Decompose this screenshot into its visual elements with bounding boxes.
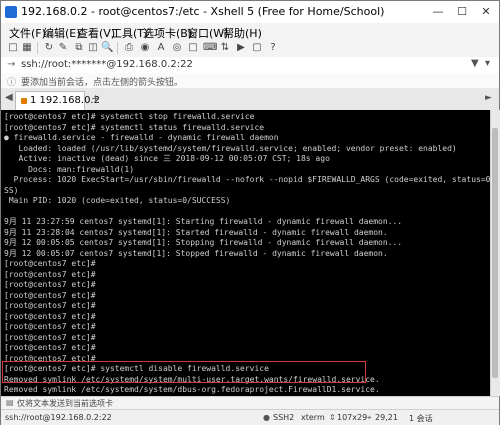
terminal-line: Process: 1020 ExecStart=/usr/sbin/firewa… [4, 175, 490, 184]
cursor-position-icon: ⌖ [367, 413, 372, 422]
tab-session[interactable]: 1 192.168.0.2 [15, 91, 100, 110]
tab-strip: ◀ 1 192.168.0.2 + ► [1, 88, 499, 111]
help-icon[interactable]: ? [267, 41, 279, 55]
terminal-line: 9月 11 23:28:04 centos7 systemd[1]: Start… [4, 227, 388, 237]
terminal-line: Main PID: 1020 (code=exited, status=0/SU… [4, 196, 231, 205]
terminal-line: [root@centos7 etc]# [4, 301, 96, 310]
terminal-size-icon: ⇕ [329, 413, 336, 422]
tab-label: 1 192.168.0.2 [30, 95, 100, 106]
address-dropdown-icon[interactable]: ▾ [485, 58, 490, 69]
status-bar: ssh://root@192.168.0.2:22 ● SSH2 xterm ⇕… [1, 409, 499, 425]
terminal-line: Removed symlink /etc/systemd/system/dbus… [4, 385, 380, 394]
terminal-line: Active: inactive (dead) since 三 2018-09-… [4, 154, 330, 163]
status-terminal-type: xterm [301, 413, 325, 422]
terminal-line: [root@centos7 etc]# systemctl status fir… [4, 122, 265, 132]
terminal-line: 9月 12 00:05:07 centos7 systemd[1]: Stopp… [4, 248, 388, 258]
font-icon[interactable]: A [155, 41, 167, 55]
color-scheme-icon[interactable]: ◉ [139, 41, 151, 55]
scrollbar-thumb[interactable] [492, 128, 498, 378]
toolbar-separator [37, 42, 38, 54]
reconnect-icon[interactable]: ↻ [43, 41, 55, 55]
terminal-line: [root@centos7 etc]# [4, 332, 96, 342]
toolbar-separator [117, 42, 118, 54]
paste-icon[interactable]: ◫ [87, 41, 99, 55]
address-bar: → ssh://root:*******@192.168.0.2:22 ▼ ▾ [1, 57, 499, 74]
title-bar: 192.168.0.2 - root@centos7:/etc - Xshell… [1, 1, 499, 23]
new-tab-icon[interactable]: + [91, 92, 100, 105]
tab-list-icon[interactable]: ► [485, 93, 492, 103]
window-title: 192.168.0.2 - root@centos7:/etc - Xshell… [21, 5, 385, 18]
terminal-line: Loaded: loaded (/usr/lib/systemd/system/… [4, 143, 457, 153]
terminal-line: Docs: man:firewalld(1) [4, 164, 135, 174]
terminal-line: ● firewalld.service - firewalld - dynami… [4, 133, 279, 142]
address-arrow-icon[interactable]: → [7, 59, 15, 70]
session-status-icon [21, 98, 27, 104]
status-connection: ssh://root@192.168.0.2:22 [5, 413, 112, 422]
status-session-count: 1 会话 [409, 414, 433, 423]
terminal-scrollbar[interactable] [490, 110, 500, 396]
copy-icon[interactable]: ⧉ [73, 41, 85, 55]
close-window-button[interactable]: ✕ [477, 4, 495, 20]
session-hint-bar: ⓘ 要添加当前会话，点击左侧的箭头按钮。 [1, 73, 499, 89]
toolbar: □ ▦ ↻ ✎ ⧉ ◫ 🔍 ⎙ ◉ A ◎ □ ⌨ ⇅ ▶ ▢ ? [1, 39, 499, 58]
terminal-line: 9月 11 23:27:59 centos7 systemd[1]: Start… [4, 217, 403, 226]
globe-icon[interactable]: ◎ [171, 41, 183, 55]
status-terminal-size: 107x29 [337, 413, 368, 422]
terminal-line: 9月 12 00:05:05 centos7 systemd[1]: Stopp… [4, 238, 403, 247]
terminal-line: [root@centos7 etc]# [4, 259, 96, 268]
terminal-line: [root@centos7 etc]# systemctl stop firew… [4, 112, 255, 121]
terminal-line: [root@centos7 etc]# [4, 311, 96, 321]
properties-icon[interactable]: ✎ [57, 41, 69, 55]
open-folder-icon[interactable]: ▦ [21, 41, 33, 55]
xshell-window: 192.168.0.2 - root@centos7:/etc - Xshell… [0, 0, 500, 425]
lock-icon[interactable]: □ [187, 41, 199, 55]
compose-bar[interactable]: ▤ 仅将文本发送到当前选项卡 [1, 396, 499, 410]
terminal-line: [root@centos7 etc]# [4, 290, 96, 300]
menu-bar: 文件(F) 编辑(E) 查看(V) 工具(T) 选项卡(B) 窗口(W) 帮助(… [1, 23, 499, 40]
annotation-highlight-box [2, 361, 366, 383]
xshell-app-icon [5, 6, 17, 18]
terminal-line: [root@centos7 etc]# [4, 322, 96, 331]
terminal-screen[interactable]: [root@centos7 etc]# systemctl stop firew… [1, 110, 490, 396]
address-go-icon[interactable]: ▼ [471, 58, 479, 69]
script-icon[interactable]: ▶ [235, 41, 247, 55]
keyboard-icon[interactable]: ⌨ [203, 41, 217, 55]
minimize-button[interactable]: — [429, 4, 447, 20]
address-input[interactable]: ssh://root:*******@192.168.0.2:22 [21, 59, 193, 70]
transfer-icon[interactable]: ⇅ [219, 41, 231, 55]
compose-text: 仅将文本发送到当前选项卡 [17, 399, 113, 408]
print-icon[interactable]: ⎙ [123, 41, 135, 55]
session-hint-text: 要添加当前会话，点击左侧的箭头按钮。 [21, 78, 184, 88]
fullscreen-icon[interactable]: ▢ [251, 41, 263, 55]
tab-nav-icon[interactable]: ◀ [5, 92, 13, 103]
secure-lock-icon: ● [263, 413, 270, 422]
terminal-output: [root@centos7 etc]# systemctl stop firew… [4, 112, 490, 396]
terminal-line: [root@centos7 etc]# [4, 343, 96, 352]
terminal-line: [root@centos7 etc]# [4, 269, 96, 279]
info-icon: ⓘ [7, 78, 17, 88]
new-session-icon[interactable]: □ [7, 41, 19, 55]
maximize-button[interactable]: ☐ [453, 4, 471, 20]
find-icon[interactable]: 🔍 [101, 41, 113, 55]
status-cursor-position: 29,21 [375, 413, 398, 422]
terminal-line: SS) [4, 185, 19, 195]
status-protocol: SSH2 [273, 413, 295, 422]
compose-icon: ▤ [6, 398, 14, 407]
terminal-line: [root@centos7 etc]# [4, 280, 96, 289]
